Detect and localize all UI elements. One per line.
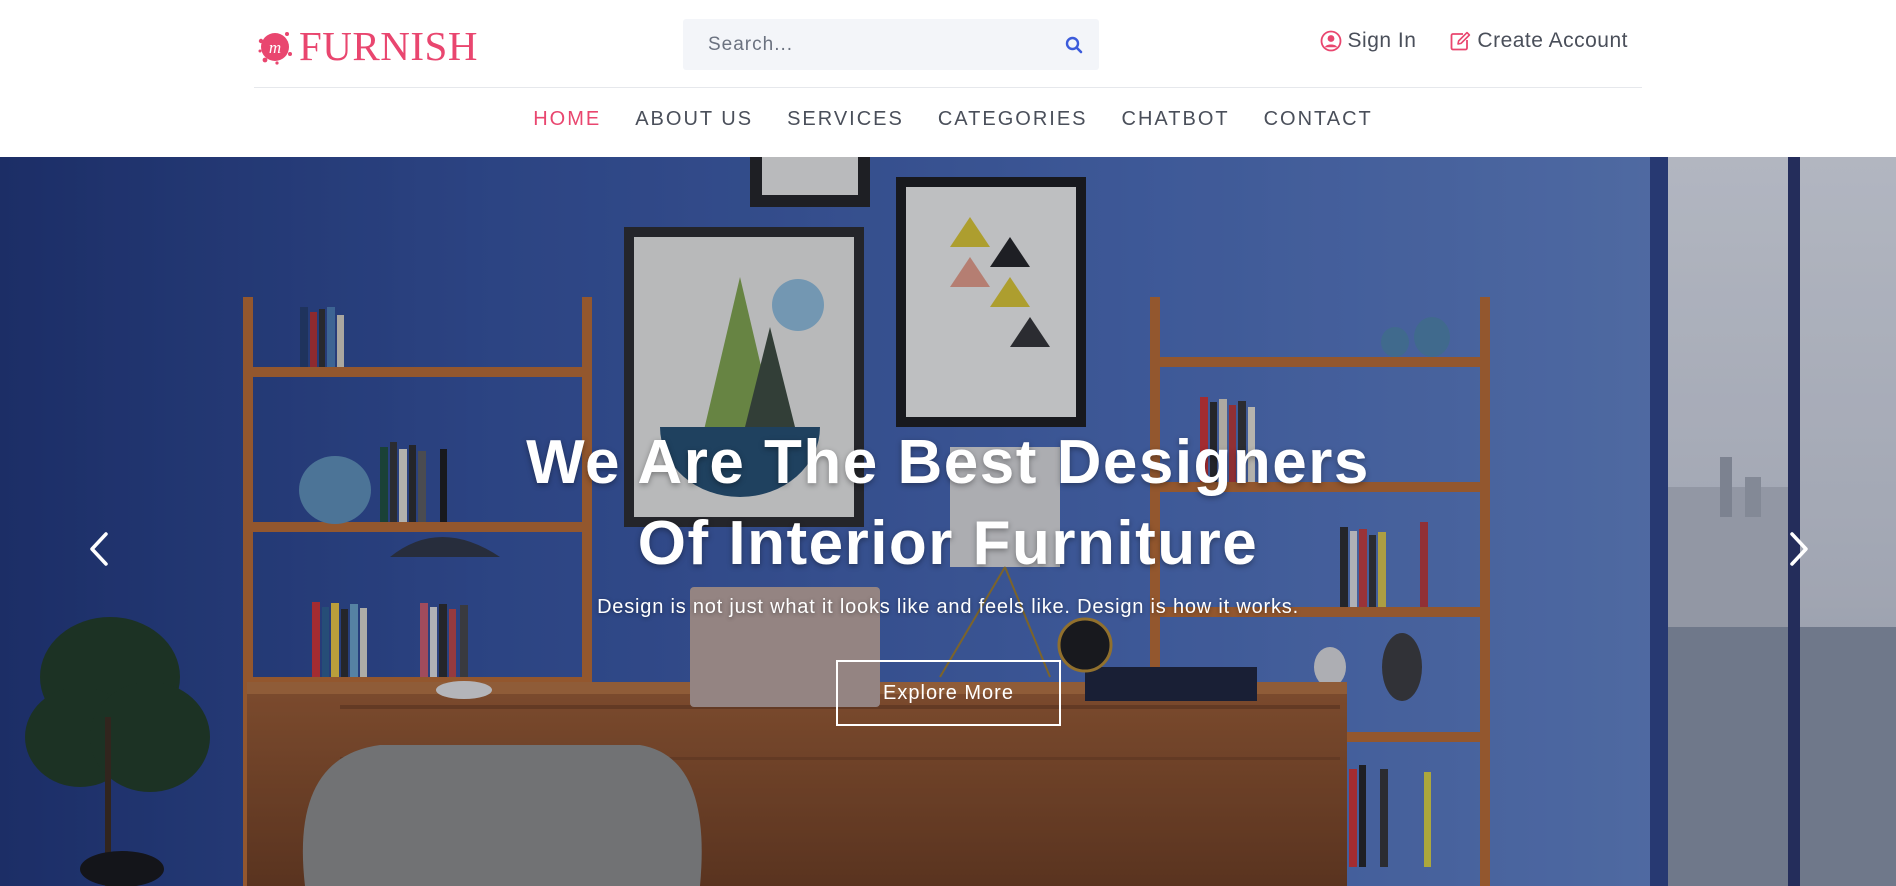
header-top-bar: m FURNISH Sign In — [254, 0, 1642, 88]
hero-subtitle: Design is not just what it looks like an… — [597, 596, 1299, 618]
user-circle-icon — [1320, 30, 1341, 52]
logo-mark-icon: m — [257, 29, 293, 65]
create-account-link[interactable]: Create Account — [1449, 29, 1628, 53]
create-account-label: Create Account — [1477, 29, 1628, 52]
nav-item-about-us[interactable]: ABOUT US — [635, 108, 753, 130]
nav-item-services[interactable]: SERVICES — [787, 108, 904, 130]
nav-item-categories[interactable]: CATEGORIES — [938, 108, 1088, 130]
hero-title: We Are The Best Designers Of Interior Fu… — [0, 422, 1896, 584]
search-button[interactable] — [1049, 19, 1099, 70]
search-bar — [683, 19, 1099, 70]
nav-item-home[interactable]: HOME — [533, 108, 601, 130]
hero-title-line-1: We Are The Best Designers — [526, 428, 1370, 497]
carousel-next-button[interactable] — [1779, 519, 1819, 579]
explore-more-button[interactable]: Explore More — [836, 660, 1061, 726]
logo-mark-letter: m — [269, 38, 281, 57]
brand-logo[interactable]: m FURNISH — [257, 26, 478, 67]
sign-in-link[interactable]: Sign In — [1320, 29, 1417, 53]
site-header: m FURNISH Sign In — [0, 0, 1896, 157]
carousel-prev-button[interactable] — [79, 519, 119, 579]
nav-item-contact[interactable]: CONTACT — [1264, 108, 1373, 130]
sign-in-label: Sign In — [1347, 29, 1417, 52]
chevron-right-icon — [1790, 532, 1808, 566]
brand-name: FURNISH — [299, 23, 478, 69]
search-icon — [1065, 36, 1083, 53]
hero-title-line-2: Of Interior Furniture — [637, 509, 1259, 578]
edit-icon — [1451, 31, 1471, 51]
nav-item-chatbot[interactable]: CHATBOT — [1122, 108, 1230, 130]
auth-links: Sign In Create Account — [1320, 29, 1628, 53]
chevron-left-icon — [90, 532, 108, 566]
search-input[interactable] — [683, 19, 1049, 70]
main-nav: HOME ABOUT US SERVICES CATEGORIES CHATBO… — [0, 108, 1896, 131]
hero-carousel: We Are The Best Designers Of Interior Fu… — [0, 157, 1896, 886]
